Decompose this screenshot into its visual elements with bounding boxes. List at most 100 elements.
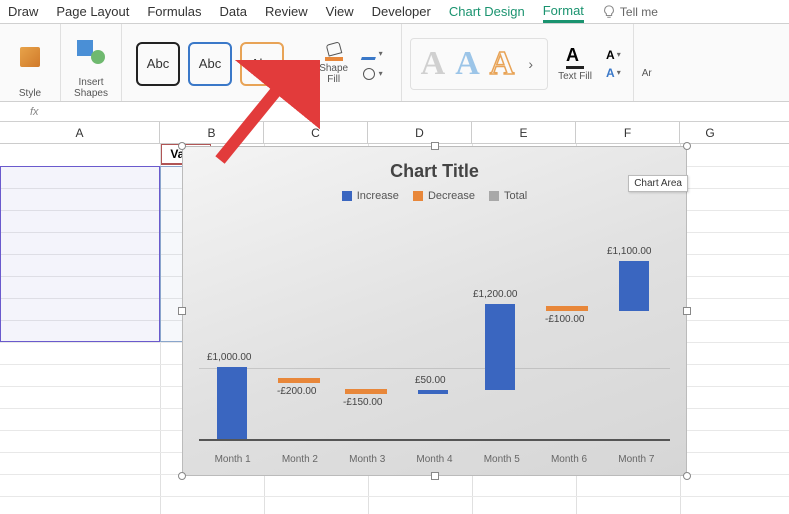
legend-increase: Increase	[342, 190, 399, 202]
shape-effects-button[interactable]: ▾	[363, 67, 387, 81]
insert-shapes-label: Insert Shapes	[74, 77, 108, 99]
group-insert-shapes: Insert Shapes	[61, 24, 122, 101]
formula-bar[interactable]: fx	[0, 102, 789, 122]
label-month1: £1,000.00	[207, 352, 252, 363]
text-fill-button[interactable]: A Text Fill	[554, 45, 596, 82]
tab-review[interactable]: Review	[265, 2, 308, 21]
group-arrange: Ar	[634, 24, 660, 101]
wordart-style-2[interactable]: A	[455, 45, 480, 83]
wordart-style-1[interactable]: A	[421, 45, 446, 83]
arrange-label: Ar	[642, 68, 652, 79]
tab-formulas[interactable]: Formulas	[147, 2, 201, 21]
wordart-style-3[interactable]: A	[490, 45, 515, 83]
lightbulb-icon	[602, 5, 616, 19]
shape-fill-button[interactable]: Shape Fill	[315, 43, 353, 85]
text-fill-label: Text Fill	[558, 71, 592, 82]
style-icon	[20, 47, 40, 67]
chart-object[interactable]: Chart Area Chart Title Increase Decrease…	[182, 146, 687, 476]
resize-handle[interactable]	[431, 142, 439, 150]
resize-handle[interactable]	[178, 472, 186, 480]
col-header-F[interactable]: F	[576, 122, 680, 143]
shapes-icon	[77, 40, 105, 64]
insert-shapes-button[interactable]	[69, 28, 113, 75]
xlabel-1: Month 1	[199, 454, 266, 465]
text-fill-icon: A	[566, 45, 584, 69]
tell-me-label: Tell me	[620, 5, 658, 19]
paint-bucket-icon	[323, 43, 345, 61]
xlabel-2: Month 2	[266, 454, 333, 465]
worksheet-grid[interactable]: A B C D E F G Value	[0, 122, 789, 514]
tab-page-layout[interactable]: Page Layout	[56, 2, 129, 21]
tab-format[interactable]: Format	[543, 1, 584, 23]
selection-range-a	[0, 166, 160, 342]
col-header-D[interactable]: D	[368, 122, 472, 143]
bar-month2[interactable]	[278, 378, 320, 383]
wordart-expand-icon[interactable]: ›	[524, 56, 537, 72]
bar-month5[interactable]	[485, 304, 515, 390]
fx-label: fx	[30, 106, 39, 118]
tab-view[interactable]: View	[326, 2, 354, 21]
x-axis	[199, 439, 670, 441]
resize-handle[interactable]	[683, 307, 691, 315]
group-wordart: A A A › A Text Fill A▾ A▾	[402, 24, 634, 101]
label-month5: £1,200.00	[473, 289, 518, 300]
label-month6: -£100.00	[545, 314, 584, 325]
resize-handle[interactable]	[178, 142, 186, 150]
col-header-C[interactable]: C	[264, 122, 368, 143]
legend-decrease: Decrease	[413, 190, 475, 202]
bar-month6[interactable]	[546, 306, 588, 311]
xlabel-3: Month 3	[334, 454, 401, 465]
chart-title[interactable]: Chart Title	[183, 161, 686, 182]
col-header-B[interactable]: B	[160, 122, 264, 143]
shape-style-1[interactable]: Abc	[136, 42, 180, 86]
bar-month3[interactable]	[345, 389, 387, 394]
resize-handle[interactable]	[431, 472, 439, 480]
shape-style-2[interactable]: Abc	[188, 42, 232, 86]
col-header-G[interactable]: G	[680, 122, 740, 143]
xlabel-6: Month 6	[535, 454, 602, 465]
shape-style-3[interactable]: Abc	[240, 42, 284, 86]
label-month7: £1,100.00	[607, 246, 652, 257]
bar-month4[interactable]	[418, 390, 448, 394]
tab-chart-design[interactable]: Chart Design	[449, 2, 525, 21]
shape-style-gallery[interactable]: Abc Abc Abc ›	[130, 36, 311, 92]
bar-month1[interactable]	[217, 367, 247, 439]
gallery-expand-icon[interactable]: ›	[292, 56, 305, 72]
chevron-down-icon: ▾	[379, 69, 383, 78]
pen-icon	[360, 48, 378, 60]
resize-handle[interactable]	[683, 142, 691, 150]
shape-fill-label: Shape Fill	[319, 63, 348, 85]
col-header-E[interactable]: E	[472, 122, 576, 143]
tab-data[interactable]: Data	[220, 2, 247, 21]
plot-area[interactable]: £1,000.00 -£200.00 -£150.00 £50.00 £1,20…	[199, 219, 670, 441]
text-outline-button[interactable]: A▾	[606, 48, 621, 62]
ribbon-body: Style Insert Shapes Abc Abc Abc › Shape …	[0, 24, 789, 102]
x-axis-labels: Month 1 Month 2 Month 3 Month 4 Month 5 …	[199, 454, 670, 465]
tell-me[interactable]: Tell me	[602, 5, 658, 19]
xlabel-5: Month 5	[468, 454, 535, 465]
chart-tooltip: Chart Area	[628, 175, 688, 192]
group-style: Style	[0, 24, 61, 101]
tab-draw[interactable]: Draw	[8, 2, 38, 21]
text-effects-button[interactable]: A▾	[606, 66, 621, 80]
column-headers: A B C D E F G	[0, 122, 789, 144]
resize-handle[interactable]	[178, 307, 186, 315]
tab-developer[interactable]: Developer	[372, 2, 431, 21]
legend-total: Total	[489, 190, 527, 202]
cells-area[interactable]: Value Chart Area Chart Title Increase De…	[0, 144, 789, 514]
resize-handle[interactable]	[683, 472, 691, 480]
chart-legend[interactable]: Increase Decrease Total	[183, 190, 686, 202]
xlabel-7: Month 7	[603, 454, 670, 465]
effects-icon	[363, 68, 377, 80]
style-button[interactable]	[8, 28, 52, 86]
ribbon-tabs: Draw Page Layout Formulas Data Review Vi…	[0, 0, 789, 24]
chevron-down-icon: ▾	[379, 49, 383, 58]
col-header-A[interactable]: A	[0, 122, 160, 143]
label-month4: £50.00	[415, 375, 446, 386]
wordart-gallery[interactable]: A A A ›	[410, 38, 548, 90]
label-month3: -£150.00	[343, 397, 382, 408]
bar-month7[interactable]	[619, 261, 649, 311]
label-month2: -£200.00	[277, 386, 316, 397]
shape-outline-button[interactable]: ▾	[363, 47, 387, 61]
group-shape-styles: Abc Abc Abc › Shape Fill ▾ ▾	[122, 24, 402, 101]
